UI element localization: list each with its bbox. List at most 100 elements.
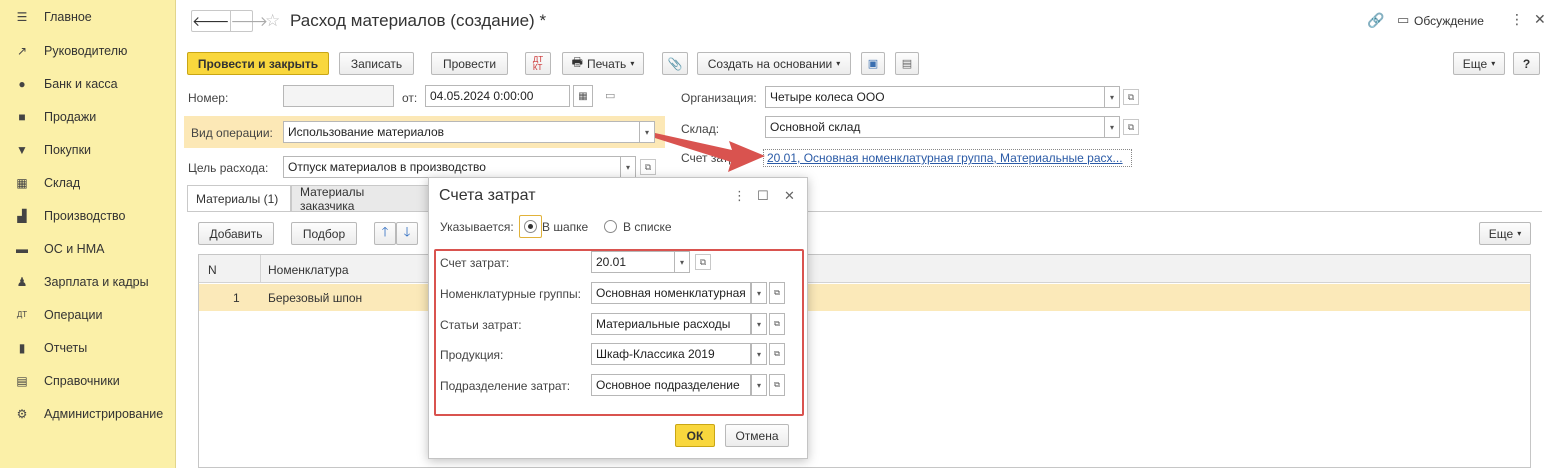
- sidebar-item-operations[interactable]: ДТ Операции: [0, 298, 175, 331]
- move-down-button[interactable]: 🡓: [396, 222, 418, 245]
- cost-account-field[interactable]: 20.01: [591, 251, 675, 273]
- help-button[interactable]: ?: [1513, 52, 1540, 75]
- purpose-dropdown[interactable]: ▾: [620, 156, 636, 178]
- sidebar-item-manager[interactable]: ↗ Руководителю: [0, 34, 175, 67]
- sidebar-item-salary[interactable]: ♟ Зарплата и кадры: [0, 265, 175, 298]
- paperclip-icon: 📎: [667, 56, 683, 71]
- forward-arrow-icon[interactable]: 🡒: [231, 11, 269, 31]
- cost-account-open[interactable]: ⧉: [695, 254, 711, 270]
- more-vert-icon[interactable]: ⋮: [733, 188, 746, 204]
- product-open[interactable]: ⧉: [769, 343, 785, 365]
- discussion-icon[interactable]: ▭: [1397, 12, 1409, 28]
- row-item: Березовый шпон: [268, 291, 363, 305]
- number-field[interactable]: [283, 85, 394, 107]
- printer-icon: 🖶: [571, 55, 583, 69]
- history-nav: 🡐 🡒: [191, 10, 268, 32]
- warehouse-dropdown[interactable]: ▾: [1104, 116, 1120, 138]
- organization-field[interactable]: Четыре колеса ООО: [765, 86, 1106, 108]
- organization-open[interactable]: ⧉: [1123, 89, 1139, 105]
- move-up-button[interactable]: 🡑: [374, 222, 396, 245]
- cost-account-dropdown[interactable]: ▾: [674, 251, 690, 273]
- column-header-n[interactable]: N: [208, 263, 217, 277]
- dt-kt-button[interactable]: ДТ КТ: [525, 52, 551, 75]
- create-based-button[interactable]: Создать на основании ▾: [697, 52, 851, 75]
- close-icon[interactable]: ✕: [784, 188, 795, 204]
- calendar-button[interactable]: ▦: [573, 85, 593, 107]
- attach-button[interactable]: 📎: [662, 52, 688, 75]
- more-button[interactable]: Еще ▾: [1453, 52, 1505, 75]
- sidebar-item-main[interactable]: ☰ Главное: [0, 0, 175, 34]
- nomenclature-groups-field[interactable]: Основная номенклатурная: [591, 282, 751, 304]
- sidebar-item-catalogs[interactable]: ▤ Справочники: [0, 364, 175, 397]
- more-vert-icon[interactable]: ⋮: [1510, 11, 1524, 28]
- nomenclature-groups-open[interactable]: ⧉: [769, 282, 785, 304]
- add-button[interactable]: Добавить: [198, 222, 274, 245]
- arrow-up-icon: 🡑: [381, 223, 389, 239]
- nomenclature-groups-dropdown[interactable]: ▾: [751, 282, 767, 304]
- sidebar-item-label: ОС и НМА: [44, 241, 105, 256]
- sidebar-item-purchases[interactable]: ▼ Покупки: [0, 133, 175, 166]
- warehouse-open[interactable]: ⧉: [1123, 119, 1139, 135]
- sidebar-item-reports[interactable]: ▮ Отчеты: [0, 331, 175, 364]
- star-icon[interactable]: ☆: [265, 11, 280, 31]
- link-icon[interactable]: 🔗: [1367, 12, 1384, 29]
- sidebar-item-admin[interactable]: ⚙ Администрирование: [0, 397, 175, 430]
- operation-dropdown[interactable]: ▾: [639, 121, 655, 143]
- ok-button[interactable]: ОК: [675, 424, 715, 447]
- cost-account-link[interactable]: 20.01, Основная номенклатурная группа, М…: [763, 149, 1132, 167]
- maximize-icon[interactable]: ☐: [757, 188, 769, 204]
- date-field[interactable]: 04.05.2024 0:00:00: [425, 85, 570, 107]
- radio-in-header[interactable]: [524, 220, 537, 233]
- discussion-button[interactable]: Обсуждение: [1414, 14, 1484, 28]
- purpose-field[interactable]: Отпуск материалов в производство: [283, 156, 621, 178]
- cart-icon: ▼: [16, 142, 28, 157]
- product-field[interactable]: Шкаф-Классика 2019: [591, 343, 751, 365]
- sidebar-item-production[interactable]: ▟ Производство: [0, 199, 175, 232]
- cancel-button[interactable]: Отмена: [725, 424, 789, 447]
- truck-icon: ▬: [16, 241, 28, 256]
- post-and-close-button[interactable]: Провести и закрыть: [187, 52, 329, 75]
- close-icon[interactable]: ✕: [1534, 11, 1546, 28]
- post-button[interactable]: Провести: [431, 52, 508, 75]
- list-icon: ▤: [901, 58, 913, 70]
- sidebar-item-bank[interactable]: ● Банк и касса: [0, 67, 175, 100]
- open-icon: ⧉: [699, 256, 707, 267]
- purpose-label: Цель расхода:: [188, 161, 269, 175]
- sidebar-item-label: Зарплата и кадры: [44, 274, 149, 289]
- operation-field[interactable]: Использование материалов: [283, 121, 641, 143]
- edit-number-icon[interactable]: ▭: [605, 89, 615, 102]
- open-icon: ⧉: [1127, 91, 1135, 102]
- chevron-down-icon: ▾: [630, 59, 635, 68]
- department-field[interactable]: Основное подразделение: [591, 374, 751, 396]
- sidebar-item-label: Руководителю: [44, 43, 128, 58]
- sidebar-item-warehouse[interactable]: ▦ Склад: [0, 166, 175, 199]
- radio-in-list[interactable]: [604, 220, 617, 233]
- table-more-button[interactable]: Еще ▾: [1479, 222, 1531, 245]
- arrow-down-icon: 🡓: [403, 223, 411, 239]
- purpose-open[interactable]: ⧉: [640, 159, 656, 175]
- column-header-item[interactable]: Номенклатура: [268, 263, 349, 277]
- back-arrow-icon[interactable]: 🡐: [192, 11, 231, 31]
- more-label: Еще: [1488, 226, 1514, 241]
- department-open[interactable]: ⧉: [769, 374, 785, 396]
- sidebar-item-sales[interactable]: ■ Продажи: [0, 100, 175, 133]
- select-button[interactable]: Подбор: [291, 222, 357, 245]
- cost-items-open[interactable]: ⧉: [769, 313, 785, 335]
- structure-button[interactable]: ▣: [861, 52, 885, 75]
- cost-items-field[interactable]: Материальные расходы: [591, 313, 751, 335]
- table-row[interactable]: 1 Березовый шпон: [199, 284, 1530, 311]
- tab-materials[interactable]: Материалы (1): [187, 185, 291, 212]
- report-button[interactable]: ▤: [895, 52, 919, 75]
- sidebar-item-assets[interactable]: ▬ ОС и НМА: [0, 232, 175, 265]
- organization-dropdown[interactable]: ▾: [1104, 86, 1120, 108]
- save-button[interactable]: Записать: [339, 52, 414, 75]
- sidebar-item-label: Банк и касса: [44, 76, 118, 91]
- radio-in-list-label: В списке: [623, 220, 672, 234]
- product-dropdown[interactable]: ▾: [751, 343, 767, 365]
- tab-customer-materials[interactable]: Материалы заказчика: [291, 185, 431, 213]
- warehouse-field[interactable]: Основной склад: [765, 116, 1106, 138]
- cost-items-label: Статьи затрат:: [440, 318, 522, 332]
- print-button[interactable]: 🖶 Печать ▾: [562, 52, 644, 75]
- department-dropdown[interactable]: ▾: [751, 374, 767, 396]
- cost-items-dropdown[interactable]: ▾: [751, 313, 767, 335]
